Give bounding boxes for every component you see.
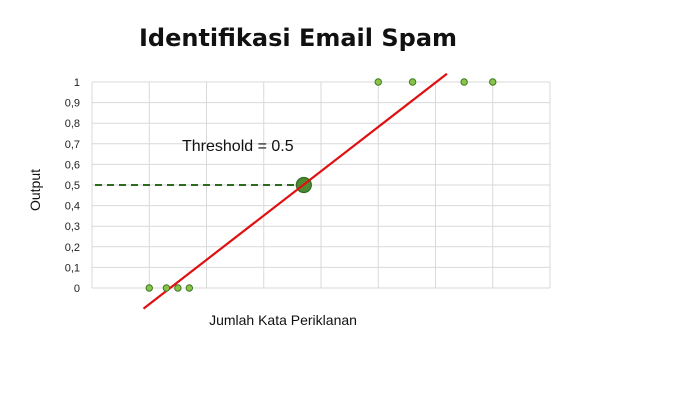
- regression-line: [142, 72, 448, 310]
- data-point: [174, 284, 182, 292]
- threshold-annotation: Threshold = 0.5: [182, 138, 294, 155]
- y-tick-label: 0,3: [65, 221, 80, 233]
- x-axis-label: Jumlah Kata Periklanan: [209, 312, 357, 328]
- y-tick-label: 0,9: [65, 98, 80, 110]
- y-tick-label: 0,4: [65, 201, 80, 213]
- data-point: [162, 284, 171, 292]
- regression-line-group: [142, 72, 448, 310]
- data-point: [185, 284, 194, 292]
- y-tick-label: 0,7: [65, 139, 80, 151]
- y-tick-label: 0,8: [65, 118, 80, 130]
- y-axis-label: Output: [27, 169, 43, 211]
- chart-canvas: Identifikasi Email Spam 0 0,1 0,2 0,3 0,4 0,5…: [27, 24, 551, 328]
- data-point: [145, 284, 153, 292]
- y-tick-label: 0: [74, 283, 80, 295]
- y-tick-label: 0,6: [65, 159, 80, 171]
- chart-title: Identifikasi Email Spam: [139, 24, 457, 52]
- y-tick-label: 0,2: [65, 242, 80, 254]
- data-point: [460, 78, 468, 86]
- y-axis-ticks: 0 0,1 0,2 0,3 0,4 0,5 0,6 0,7 0,8 0,9 1: [65, 77, 80, 295]
- data-point: [489, 78, 497, 86]
- data-point: [408, 78, 417, 86]
- y-tick-label: 1: [74, 77, 80, 89]
- data-point: [374, 78, 382, 86]
- y-tick-label: 0,1: [65, 262, 80, 274]
- y-tick-label: 0,5: [65, 180, 80, 192]
